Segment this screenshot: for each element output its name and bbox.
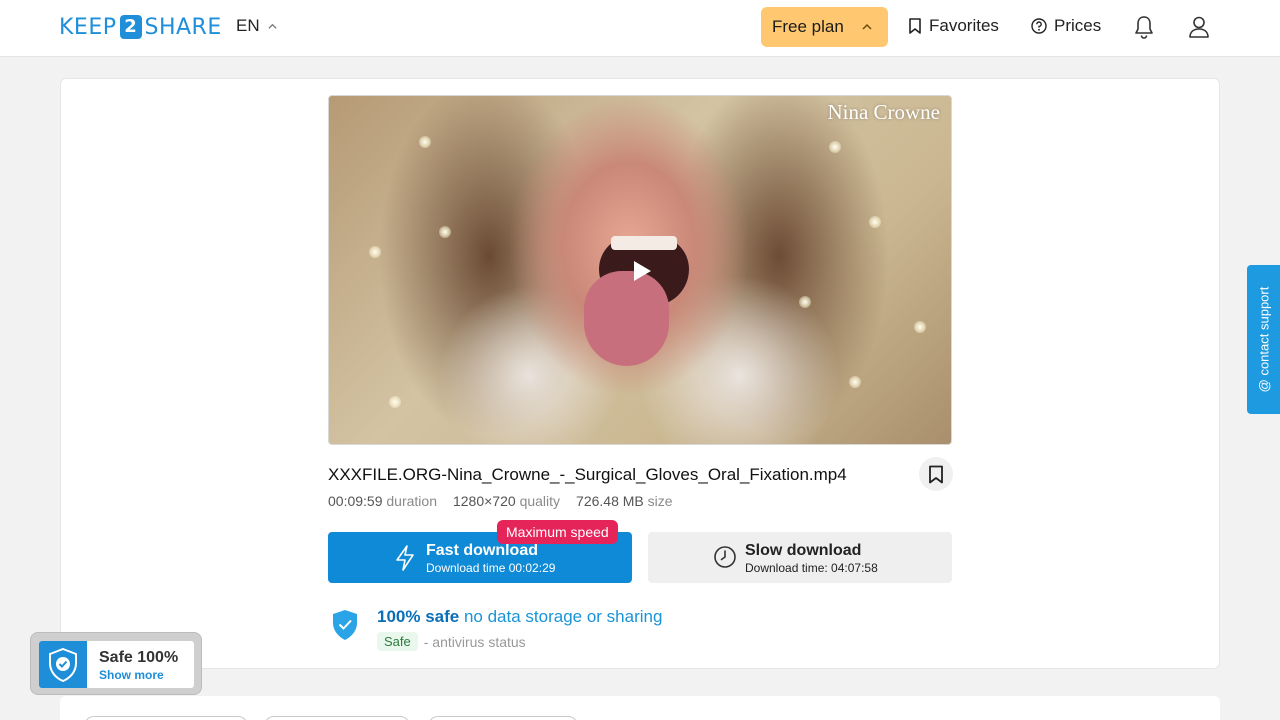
account-button[interactable] (1186, 14, 1212, 40)
light-bokeh (849, 376, 861, 388)
light-bokeh (914, 321, 926, 333)
light-bokeh (869, 216, 881, 228)
favorites-label: Favorites (929, 16, 999, 35)
light-bokeh (829, 141, 841, 153)
prices-link[interactable]: Prices (1031, 16, 1101, 36)
safety-rest: no data storage or sharing (463, 607, 663, 626)
antivirus-badge: Safe (377, 632, 418, 651)
bookmark-icon (929, 465, 943, 483)
light-bokeh (389, 396, 401, 408)
clock-icon (714, 546, 736, 568)
antivirus-row: Safe - antivirus status (377, 632, 526, 651)
site-logo[interactable]: KEEP 2 SHARE (59, 14, 222, 40)
add-favorite-button[interactable] (919, 457, 953, 491)
logo-number: 2 (119, 15, 142, 39)
light-bokeh (419, 136, 431, 148)
chevron-up-icon (862, 23, 872, 30)
light-bokeh (439, 226, 451, 238)
language-selector[interactable]: EN (236, 16, 277, 36)
show-more-link[interactable]: Show more (99, 668, 164, 682)
shield-check-icon (333, 610, 357, 640)
light-bokeh (799, 296, 811, 308)
light-bokeh (369, 246, 381, 258)
lightning-icon (396, 545, 414, 571)
video-subject (611, 236, 677, 250)
help-circle-icon (1031, 18, 1047, 34)
safe-widget[interactable]: Safe 100% Show more (30, 632, 202, 695)
tab-pill[interactable] (264, 716, 410, 720)
tab-pill[interactable] (84, 716, 248, 720)
fast-download-title: Fast download (426, 542, 538, 559)
slow-download-button[interactable]: Slow download Download time: 04:07:58 (648, 532, 952, 583)
video-preview[interactable]: Nina Crowne (328, 95, 952, 445)
max-speed-badge: Maximum speed (497, 520, 618, 544)
contact-support-tab[interactable]: @ contact support (1247, 265, 1280, 414)
meta-size: 726.48 MB size (576, 493, 673, 509)
shield-icon (39, 641, 87, 688)
fast-download-time: Download time 00:02:29 (426, 561, 556, 575)
slow-download-time: Download time: 04:07:58 (745, 561, 878, 575)
antivirus-label: - antivirus status (423, 633, 526, 650)
top-header: KEEP 2 SHARE EN Free plan Favorites Pric… (0, 0, 1280, 57)
plan-label: Free plan (772, 17, 844, 36)
tab-pill[interactable] (428, 716, 578, 720)
play-icon[interactable] (632, 260, 652, 282)
favorites-link[interactable]: Favorites (908, 16, 999, 36)
file-meta: 00:09:59 duration 1280×720 quality 726.4… (328, 493, 673, 509)
notifications-button[interactable] (1131, 14, 1157, 40)
prices-label: Prices (1054, 16, 1102, 35)
safety-statement: 100% safe no data storage or sharing (377, 607, 662, 627)
safe-widget-panel: Safe 100% Show more (39, 641, 194, 688)
safe-widget-title: Safe 100% (99, 649, 179, 666)
video-subject (584, 271, 669, 366)
video-watermark: Nina Crowne (827, 100, 940, 124)
bookmark-icon (909, 18, 921, 34)
file-name: XXXFILE.ORG-Nina_Crowne_-_Surgical_Glove… (328, 465, 847, 484)
slow-download-title: Slow download (745, 542, 862, 559)
bell-icon (1135, 16, 1153, 39)
meta-duration: 00:09:59 duration (328, 493, 437, 509)
safety-strong: 100% safe (377, 607, 460, 626)
contact-support-label: @ contact support (1256, 286, 1272, 393)
meta-quality: 1280×720 quality (452, 493, 561, 509)
logo-text-right: SHARE (144, 14, 222, 40)
language-label: EN (236, 16, 260, 35)
user-icon (1189, 16, 1209, 38)
logo-text-left: KEEP (59, 14, 117, 40)
free-plan-button[interactable]: Free plan (761, 7, 888, 47)
chevron-up-icon (268, 23, 277, 29)
